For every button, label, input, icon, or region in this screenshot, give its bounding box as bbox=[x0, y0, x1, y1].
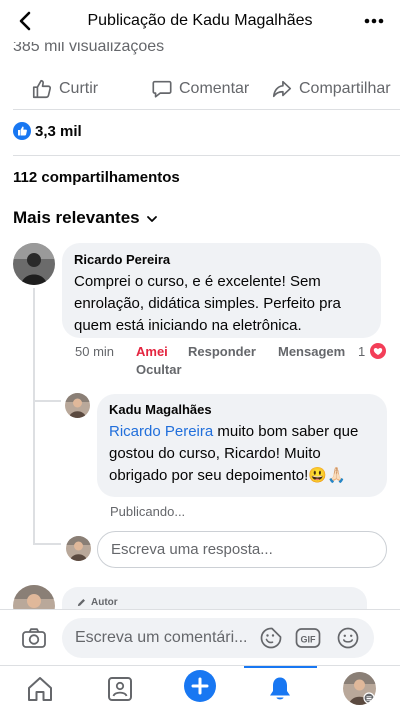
comment-text: Comprei o curso, e é excelente! Sem enro… bbox=[74, 273, 341, 334]
divider bbox=[13, 155, 400, 156]
reply-text: Ricardo Pereira muito bom saber que gost… bbox=[109, 421, 375, 487]
profile-tab-avatar[interactable] bbox=[343, 672, 376, 705]
like-label: Curtir bbox=[59, 80, 99, 97]
avatar[interactable] bbox=[13, 243, 55, 285]
profile-photo-icon bbox=[343, 672, 376, 705]
post-actions: Curtir Comentar Compartilhar bbox=[13, 68, 400, 110]
comment-bubble-icon bbox=[152, 80, 172, 98]
comment-time: 50 min bbox=[75, 344, 115, 359]
mention-link[interactable]: Ricardo Pereira bbox=[109, 423, 213, 440]
like-reaction-icon bbox=[13, 122, 31, 140]
comment-input-placeholder: Escreva um comentári... bbox=[75, 629, 248, 646]
reply-button[interactable]: Responder bbox=[188, 344, 256, 359]
bottom-tab-bar bbox=[0, 665, 400, 711]
avatar bbox=[66, 536, 91, 561]
share-label: Compartilhar bbox=[299, 80, 391, 97]
thread-line bbox=[33, 288, 35, 543]
avatar[interactable] bbox=[65, 393, 90, 418]
profile-photo-icon bbox=[66, 536, 91, 561]
profile-photo-icon bbox=[13, 243, 55, 285]
comment-sort-dropdown[interactable]: Mais relevantes bbox=[13, 208, 158, 228]
gif-icon[interactable]: GIF bbox=[295, 626, 321, 650]
svg-text:GIF: GIF bbox=[301, 635, 317, 645]
page-title: Publicação de Kadu Magalhães bbox=[87, 12, 313, 29]
reply-author[interactable]: Kadu Magalhães bbox=[109, 402, 375, 417]
share-button[interactable]: Compartilhar bbox=[271, 78, 391, 100]
comment-bubble[interactable]: Ricardo Pereira Comprei o curso, e é exc… bbox=[62, 243, 381, 338]
share-arrow-icon bbox=[272, 80, 292, 98]
sort-label: Mais relevantes bbox=[13, 208, 140, 227]
hide-button[interactable]: Ocultar bbox=[136, 362, 182, 377]
active-tab-indicator bbox=[244, 666, 317, 668]
profile-photo-icon bbox=[65, 393, 90, 418]
create-plus-icon[interactable] bbox=[184, 670, 216, 702]
more-options-icon[interactable] bbox=[362, 10, 386, 32]
chevron-down-icon bbox=[146, 216, 157, 222]
comment-label: Comentar bbox=[179, 80, 250, 97]
comment-button[interactable]: Comentar bbox=[151, 78, 249, 100]
feeds-icon[interactable] bbox=[105, 674, 135, 704]
sticker-icon[interactable] bbox=[259, 626, 283, 650]
loved-button[interactable]: Amei bbox=[136, 344, 168, 359]
top-bar: Publicação de Kadu Magalhães bbox=[0, 0, 400, 42]
reply-bubble[interactable]: Kadu Magalhães Ricardo Pereira muito bom… bbox=[97, 394, 387, 497]
comment-author[interactable]: Ricardo Pereira bbox=[74, 252, 369, 267]
thread-connector bbox=[33, 543, 61, 545]
comment-input[interactable]: Escreva um comentári... GIF bbox=[62, 618, 374, 658]
home-icon[interactable] bbox=[25, 674, 55, 704]
thumbs-up-icon bbox=[32, 79, 52, 99]
like-button[interactable]: Curtir bbox=[31, 78, 98, 100]
shares-count[interactable]: 112 compartilhamentos bbox=[13, 169, 180, 186]
bell-icon[interactable] bbox=[265, 674, 295, 704]
reactions-count: 3,3 mil bbox=[35, 122, 82, 140]
author-badge-label: Autor bbox=[91, 596, 118, 608]
reply-input[interactable]: Escreva uma resposta... bbox=[97, 531, 387, 568]
reaction-count: 1 bbox=[358, 344, 366, 359]
publishing-status: Publicando... bbox=[110, 504, 186, 519]
pencil-icon bbox=[77, 598, 85, 606]
comment-composer: Escreva um comentári... GIF bbox=[0, 609, 400, 665]
message-button[interactable]: Mensagem bbox=[278, 344, 345, 359]
thread-connector bbox=[33, 400, 61, 402]
heart-reaction-icon bbox=[370, 343, 386, 359]
emoji-icon[interactable] bbox=[336, 626, 360, 650]
camera-icon[interactable] bbox=[21, 625, 47, 651]
reactions-summary[interactable]: 3,3 mil bbox=[13, 122, 82, 140]
